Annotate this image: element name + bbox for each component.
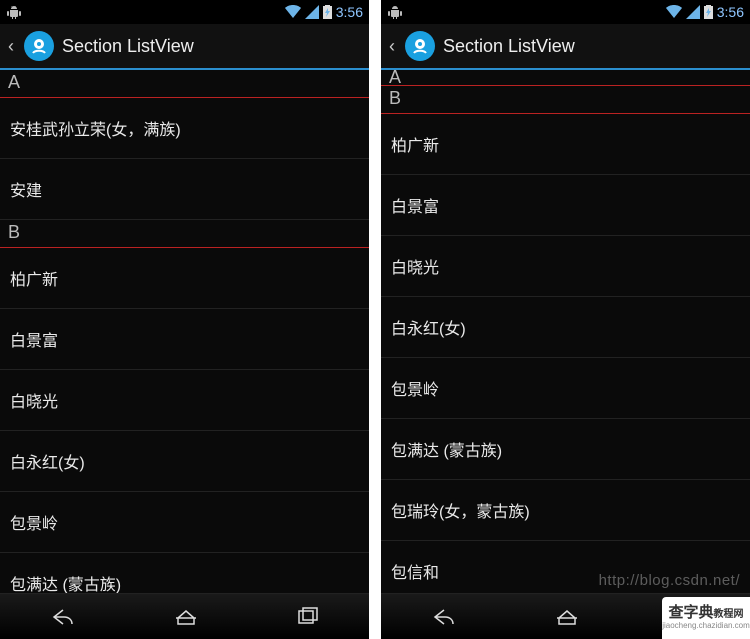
page-title: Section ListView xyxy=(443,36,575,57)
list-view[interactable]: A B 柏广新 白景富 白晓光 白永红(女) 包景岭 包满达 (蒙古族) 包瑞玲… xyxy=(381,70,750,593)
phone-left: 3:56 ‹ Section ListView A 安桂武孙立荣(女，满族) 安… xyxy=(0,0,369,639)
list-item[interactable]: 白景富 xyxy=(0,309,369,370)
battery-icon xyxy=(323,5,332,19)
section-header-b: B xyxy=(381,86,750,114)
corner-logo: 查字典教程网 jiaocheng.chazidian.com xyxy=(662,597,750,639)
back-icon[interactable]: ‹ xyxy=(6,36,16,57)
nav-back-icon[interactable] xyxy=(50,606,76,628)
list-item[interactable]: 柏广新 xyxy=(0,248,369,309)
status-time: 3:56 xyxy=(336,4,363,20)
list-item[interactable]: 白晓光 xyxy=(0,370,369,431)
list-item[interactable]: 白永红(女) xyxy=(381,297,750,358)
nav-bar xyxy=(0,593,369,639)
back-icon[interactable]: ‹ xyxy=(387,36,397,57)
action-bar: ‹ Section ListView xyxy=(0,24,369,70)
list-item[interactable]: 安桂武孙立荣(女，满族) xyxy=(0,98,369,159)
list-item[interactable]: 包满达 (蒙古族) xyxy=(0,553,369,593)
list-item[interactable]: 白永红(女) xyxy=(0,431,369,492)
android-icon xyxy=(6,4,22,20)
list-item[interactable]: 包景岭 xyxy=(0,492,369,553)
list-item[interactable]: 白晓光 xyxy=(381,236,750,297)
page-title: Section ListView xyxy=(62,36,194,57)
section-header-a: A xyxy=(0,70,369,98)
nav-back-icon[interactable] xyxy=(431,606,457,628)
action-bar: ‹ Section ListView xyxy=(381,24,750,70)
list-view[interactable]: A 安桂武孙立荣(女，满族) 安建 B 柏广新 白景富 白晓光 白永红(女) 包… xyxy=(0,70,369,593)
corner-logo-cn: 查字典 xyxy=(668,604,713,621)
list-item[interactable]: 柏广新 xyxy=(381,114,750,175)
nav-recent-icon[interactable] xyxy=(296,607,320,627)
corner-logo-en: jiaocheng.chazidian.com xyxy=(662,622,750,631)
status-time: 3:56 xyxy=(717,4,744,20)
status-bar: 3:56 xyxy=(0,0,369,24)
nav-home-icon[interactable] xyxy=(175,606,197,628)
signal-icon xyxy=(686,5,700,19)
corner-logo-sub: 教程网 xyxy=(714,609,744,620)
signal-icon xyxy=(305,5,319,19)
status-bar: 3:56 xyxy=(381,0,750,24)
list-item[interactable]: 安建 xyxy=(0,159,369,220)
section-header-a-partial: A xyxy=(381,70,750,86)
app-icon[interactable] xyxy=(24,31,54,61)
nav-home-icon[interactable] xyxy=(556,606,578,628)
battery-icon xyxy=(704,5,713,19)
list-item[interactable]: 包信和 xyxy=(381,541,750,593)
wifi-icon xyxy=(285,5,301,19)
list-item[interactable]: 包瑞玲(女，蒙古族) xyxy=(381,480,750,541)
list-item[interactable]: 包景岭 xyxy=(381,358,750,419)
android-icon xyxy=(387,4,403,20)
list-item[interactable]: 包满达 (蒙古族) xyxy=(381,419,750,480)
wifi-icon xyxy=(666,5,682,19)
phone-right: 3:56 ‹ Section ListView A B 柏广新 白景富 白晓光 … xyxy=(381,0,750,639)
section-header-b: B xyxy=(0,220,369,248)
app-icon[interactable] xyxy=(405,31,435,61)
list-item[interactable]: 白景富 xyxy=(381,175,750,236)
